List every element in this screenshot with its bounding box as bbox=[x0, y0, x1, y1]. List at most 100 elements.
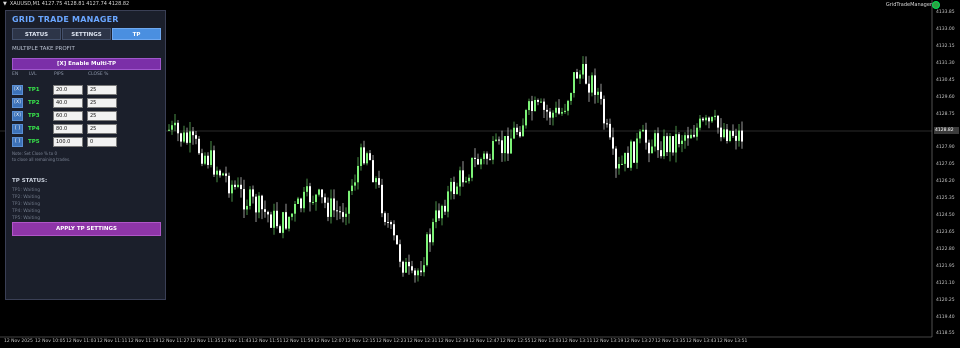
tp5-toggle-button[interactable]: [ ] bbox=[12, 137, 23, 147]
candle-body bbox=[465, 181, 467, 183]
candle-body bbox=[570, 93, 572, 101]
tp4-close-input[interactable]: 25 bbox=[87, 124, 117, 134]
candle-body bbox=[729, 130, 731, 141]
candle-body bbox=[249, 189, 251, 206]
candle-body bbox=[204, 155, 206, 164]
candle-body bbox=[261, 195, 263, 210]
candle-body bbox=[207, 155, 209, 165]
candle-body bbox=[231, 184, 233, 194]
candle-body bbox=[324, 197, 326, 203]
time-tick: 12 Nov 11:51 bbox=[252, 339, 283, 344]
symbol-info: ▼ XAUUSD,M1 4127.75 4128.81 4127.74 4128.… bbox=[3, 1, 129, 7]
candle-body bbox=[651, 146, 653, 154]
candle-body bbox=[255, 196, 257, 213]
price-tick: 4133.85 bbox=[936, 10, 955, 15]
time-tick: 12 Nov 11:43 bbox=[221, 339, 252, 344]
note-line-1: Note: Set Close % to 0 bbox=[12, 151, 57, 156]
tp4-toggle-button[interactable]: [ ] bbox=[12, 124, 23, 134]
tp-row: [ ] TP5 100.0 0 bbox=[12, 137, 127, 148]
tab-status[interactable]: STATUS bbox=[12, 28, 61, 40]
candle-body bbox=[507, 136, 509, 154]
tp2-pips-input[interactable]: 40.0 bbox=[53, 98, 83, 108]
tp2-close-input[interactable]: 25 bbox=[87, 98, 117, 108]
candle-body bbox=[240, 184, 242, 190]
section-title: MULTIPLE TAKE PROFIT bbox=[12, 46, 75, 52]
candle-body bbox=[354, 182, 356, 186]
tp3-close-input[interactable]: 25 bbox=[87, 111, 117, 121]
candle-body bbox=[636, 138, 638, 163]
price-tick: 4132.15 bbox=[936, 44, 955, 49]
tp5-close-input[interactable]: 0 bbox=[87, 137, 117, 147]
tp3-toggle-button[interactable]: [X] bbox=[12, 111, 23, 121]
candle-body bbox=[456, 186, 458, 194]
candle-body bbox=[540, 101, 542, 103]
candle-body bbox=[687, 135, 689, 139]
candle-body bbox=[327, 202, 329, 217]
time-tick: 12 Nov 13:27 bbox=[624, 339, 655, 344]
note-line-2: to close all remaining trades. bbox=[12, 157, 71, 162]
candle-body bbox=[201, 153, 203, 164]
tp3-pips-input[interactable]: 60.0 bbox=[53, 111, 83, 121]
tp1-pips-input[interactable]: 20.0 bbox=[53, 85, 83, 95]
time-tick: 12 Nov 12:07 bbox=[314, 339, 345, 344]
candle-body bbox=[414, 270, 416, 276]
candle-body bbox=[453, 181, 455, 194]
candles-group bbox=[168, 56, 743, 283]
candle-body bbox=[513, 127, 515, 139]
candle-body bbox=[546, 109, 548, 112]
candle-body bbox=[498, 139, 500, 141]
candle-body bbox=[447, 191, 449, 212]
candle-body bbox=[450, 181, 452, 192]
tp-row: [X] TP3 60.0 25 bbox=[12, 111, 127, 122]
tp4-pips-input[interactable]: 80.0 bbox=[53, 124, 83, 134]
candle-body bbox=[213, 150, 215, 175]
candle-body bbox=[534, 99, 536, 112]
candle-body bbox=[237, 184, 239, 187]
candle-body bbox=[288, 216, 290, 229]
candle-body bbox=[180, 133, 182, 142]
apply-tp-settings-button[interactable]: APPLY TP SETTINGS bbox=[12, 222, 161, 236]
price-tick: 4120.25 bbox=[936, 298, 955, 303]
candle-body bbox=[486, 153, 488, 159]
candle-body bbox=[297, 198, 299, 204]
time-tick: 12 Nov 13:11 bbox=[562, 339, 593, 344]
candle-body bbox=[702, 118, 704, 121]
tp1-close-input[interactable]: 25 bbox=[87, 85, 117, 95]
candle-body bbox=[642, 129, 644, 132]
candle-body bbox=[564, 110, 566, 113]
candle-body bbox=[483, 153, 485, 160]
candle-body bbox=[378, 178, 380, 185]
price-tick: 4123.65 bbox=[936, 230, 955, 235]
candle-body bbox=[228, 175, 230, 194]
candle-body bbox=[615, 148, 617, 169]
candle-body bbox=[306, 186, 308, 192]
candle-body bbox=[291, 213, 293, 217]
candle-body bbox=[552, 112, 554, 118]
candle-body bbox=[192, 131, 194, 136]
candle-body bbox=[195, 135, 197, 139]
time-tick: 12 Nov 11:19 bbox=[128, 339, 159, 344]
candle-body bbox=[684, 135, 686, 141]
candle-body bbox=[600, 91, 602, 99]
tp2-label: TP2 bbox=[28, 100, 40, 106]
candle-body bbox=[654, 133, 656, 147]
tp1-toggle-button[interactable]: [X] bbox=[12, 85, 23, 95]
candle-body bbox=[567, 100, 569, 111]
price-tick: 4125.35 bbox=[936, 196, 955, 201]
candle-body bbox=[321, 189, 323, 198]
tp2-toggle-button[interactable]: [X] bbox=[12, 98, 23, 108]
candle-body bbox=[396, 235, 398, 245]
time-tick: 12 Nov 12:55 bbox=[500, 339, 531, 344]
candle-body bbox=[345, 213, 347, 217]
tab-tp[interactable]: TP bbox=[112, 28, 161, 40]
tab-settings[interactable]: SETTINGS bbox=[62, 28, 111, 40]
candle-body bbox=[216, 170, 218, 175]
candle-body bbox=[612, 137, 614, 149]
candle-body bbox=[336, 210, 338, 212]
enable-multi-tp-button[interactable]: [X] Enable Multi-TP bbox=[12, 58, 161, 70]
candle-body bbox=[423, 265, 425, 273]
tp5-pips-input[interactable]: 100.0 bbox=[53, 137, 83, 147]
candle-body bbox=[657, 133, 659, 151]
candle-body bbox=[339, 211, 341, 213]
time-tick: 12 Nov 13:43 bbox=[686, 339, 717, 344]
